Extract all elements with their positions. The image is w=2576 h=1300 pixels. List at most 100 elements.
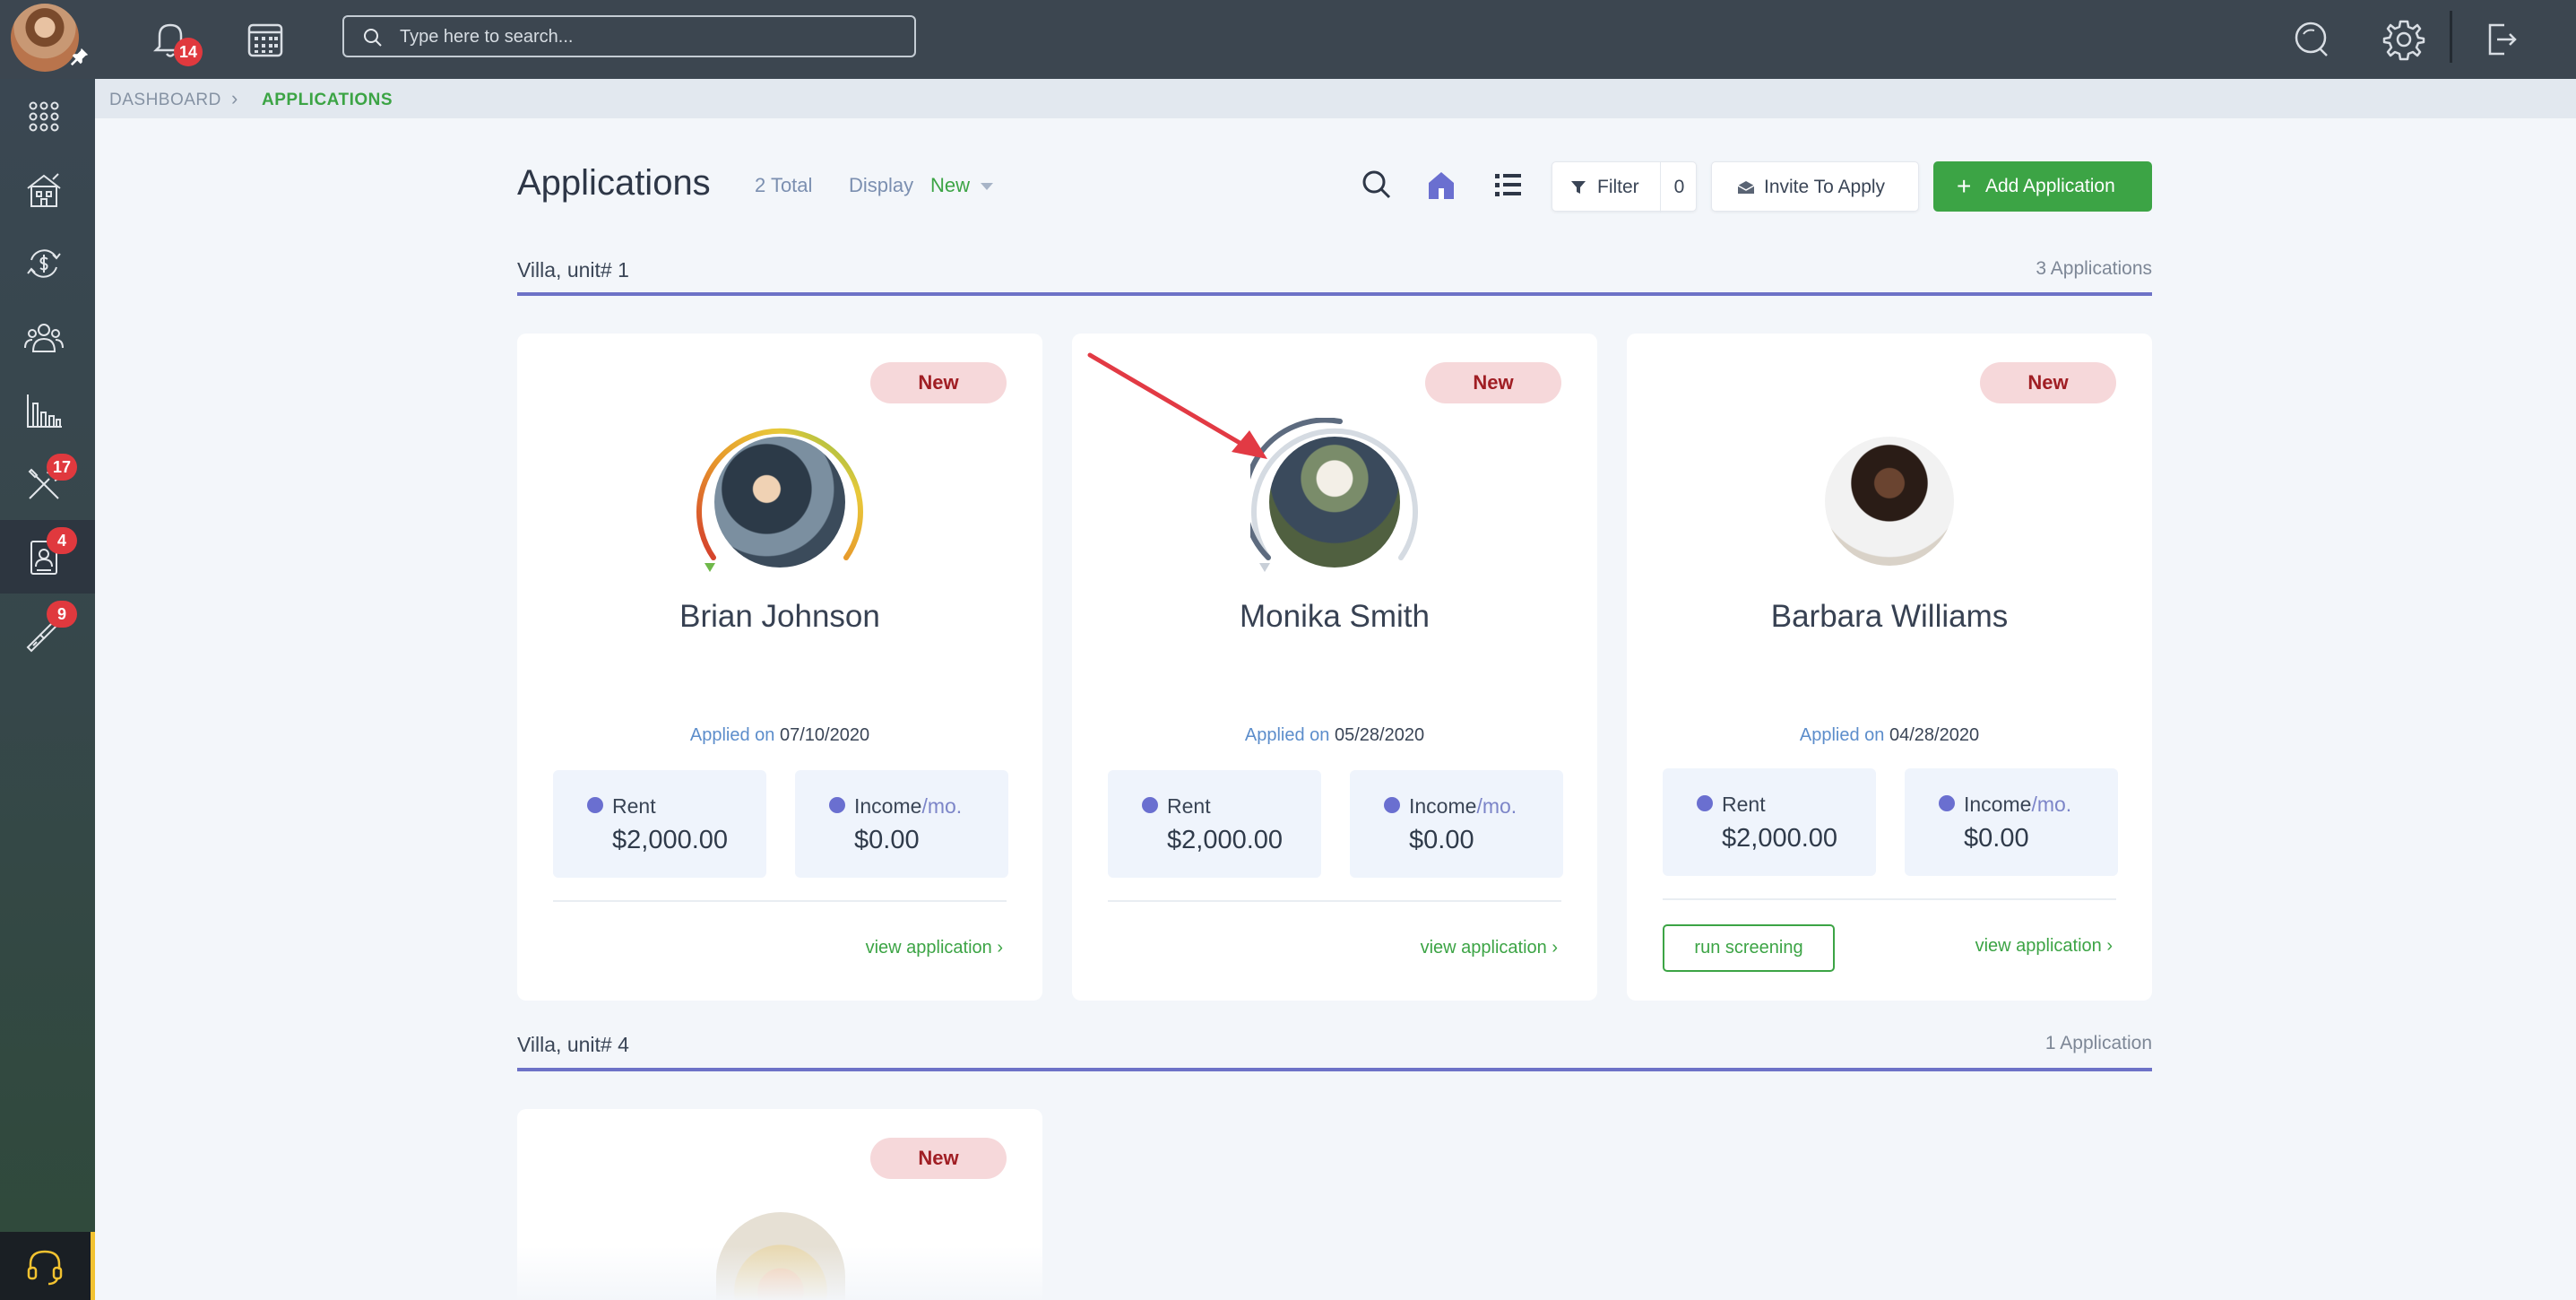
- income-icon: [1384, 797, 1400, 813]
- filter-count: 0: [1660, 162, 1698, 212]
- scroll-fade: [95, 1246, 2576, 1300]
- chat-icon[interactable]: [2287, 16, 2334, 63]
- rent-icon: [1142, 797, 1158, 813]
- grid-icon: [29, 101, 59, 132]
- add-application-button[interactable]: + Add Application: [1933, 161, 2152, 212]
- breadcrumb: DASHBOARD › APPLICATIONS: [95, 79, 2576, 118]
- maintenance-badge: 17: [47, 454, 77, 481]
- income-box: Income/mo. $0.00: [795, 770, 1008, 878]
- section-title: Villa, unit# 4: [517, 1033, 629, 1056]
- applied-date-value: 05/28/2020: [1334, 725, 1425, 745]
- sidebar-item-tools[interactable]: 9: [0, 594, 95, 667]
- view-application-label: view application: [865, 938, 992, 958]
- applicant-photo[interactable]: [1269, 437, 1400, 568]
- home-view-icon[interactable]: [1423, 167, 1459, 203]
- people-icon: [24, 324, 64, 352]
- settings-gear-icon[interactable]: [2381, 16, 2427, 63]
- sidebar-item-applications[interactable]: 4: [0, 520, 95, 594]
- applicant-name[interactable]: Barbara Williams: [1627, 599, 2152, 635]
- income-icon: [829, 797, 845, 813]
- applicant-photo[interactable]: [714, 437, 845, 568]
- section-title: Villa, unit# 1: [517, 258, 629, 282]
- search-icon[interactable]: [1359, 167, 1395, 203]
- income-box: Income/mo. $0.00: [1905, 768, 2118, 876]
- user-avatar[interactable]: [11, 4, 79, 72]
- sidebar: 17 4 9: [0, 79, 95, 1300]
- card-divider: [1663, 898, 2116, 900]
- sidebar-item-properties[interactable]: [0, 152, 95, 226]
- filter-button[interactable]: Filter 0: [1552, 161, 1697, 212]
- calendar-icon[interactable]: [242, 16, 289, 63]
- applied-label: Applied on: [1244, 725, 1330, 745]
- applicant-name[interactable]: Brian Johnson: [517, 599, 1042, 635]
- notifications-bell-icon[interactable]: 14: [147, 16, 203, 66]
- breadcrumb-dashboard[interactable]: DASHBOARD: [109, 91, 221, 110]
- sidebar-item-maintenance[interactable]: 17: [0, 446, 95, 520]
- view-application-label: view application: [1975, 936, 2102, 956]
- logout-icon[interactable]: [2477, 16, 2524, 63]
- status-badge: New: [1980, 362, 2116, 403]
- money-cycle-icon: [27, 249, 61, 278]
- filter-label: Filter: [1597, 177, 1639, 197]
- pin-icon[interactable]: [70, 47, 90, 66]
- income-unit: /mo.: [2031, 793, 2072, 816]
- search-icon: [364, 29, 382, 47]
- list-view-icon[interactable]: [1490, 167, 1526, 203]
- support-button[interactable]: [0, 1232, 95, 1300]
- envelope-icon: [1737, 181, 1755, 194]
- view-application-link[interactable]: view application ›: [1421, 938, 1558, 958]
- rent-box: Rent $2,000.00: [553, 770, 766, 878]
- income-unit: /mo.: [1476, 794, 1517, 818]
- tools-badge: 9: [47, 601, 77, 628]
- rent-label: Rent: [612, 794, 656, 818]
- invite-to-apply-button[interactable]: Invite To Apply: [1711, 161, 1919, 212]
- view-application-label: view application: [1420, 938, 1547, 958]
- section-divider: [517, 292, 2152, 296]
- sidebar-item-payments[interactable]: [0, 226, 95, 299]
- status-badge: New: [1425, 362, 1561, 403]
- rent-value: $2,000.00: [612, 826, 729, 854]
- sidebar-item-reports[interactable]: [0, 373, 95, 446]
- applied-label: Applied on: [689, 725, 775, 745]
- add-application-label: Add Application: [1985, 176, 2115, 196]
- search-box[interactable]: [342, 15, 916, 57]
- applied-date: Applied on 05/28/2020: [1072, 725, 1597, 746]
- applicant-name[interactable]: Monika Smith: [1072, 599, 1597, 635]
- applied-date: Applied on 07/10/2020: [517, 725, 1042, 746]
- view-application-link[interactable]: view application ›: [1975, 936, 2113, 957]
- top-bar: 14: [0, 0, 2576, 79]
- applied-date-value: 04/28/2020: [1889, 725, 1980, 745]
- section-count: 1 Application: [2044, 1033, 2152, 1053]
- income-label-text: Income: [1964, 793, 2032, 816]
- sidebar-item-apps[interactable]: [0, 79, 95, 152]
- income-icon: [1939, 795, 1955, 811]
- income-label: Income/mo.: [1409, 794, 1517, 819]
- income-value: $0.00: [1409, 826, 1474, 854]
- rent-icon: [1697, 795, 1713, 811]
- card-divider: [553, 900, 1007, 902]
- invite-label: Invite To Apply: [1764, 177, 1886, 197]
- applicant-photo[interactable]: [1825, 437, 1954, 566]
- rent-label: Rent: [1167, 794, 1211, 818]
- chevron-right-icon: ›: [997, 938, 1003, 958]
- income-label-text: Income: [1409, 794, 1477, 818]
- arrow-annotation-icon: [1087, 352, 1267, 459]
- rent-icon: [587, 797, 603, 813]
- display-dropdown[interactable]: New: [930, 174, 970, 197]
- income-label-text: Income: [854, 794, 922, 818]
- income-box: Income/mo. $0.00: [1350, 770, 1563, 878]
- sidebar-item-people[interactable]: [0, 299, 95, 373]
- run-screening-button[interactable]: run screening: [1663, 924, 1835, 972]
- page-title: Applications: [517, 163, 711, 203]
- breadcrumb-separator-icon: ›: [231, 87, 238, 109]
- bar-chart-icon: [27, 394, 62, 428]
- notifications-badge: 14: [174, 38, 203, 66]
- applications-badge: 4: [47, 527, 77, 554]
- rent-box: Rent $2,000.00: [1108, 770, 1321, 878]
- section-count: 3 Applications: [2036, 258, 2152, 279]
- search-input[interactable]: [400, 26, 902, 48]
- display-caret-icon[interactable]: [981, 183, 993, 190]
- topbar-divider: [2450, 11, 2452, 63]
- view-application-link[interactable]: view application ›: [866, 938, 1003, 958]
- rent-value: $2,000.00: [1722, 824, 1838, 853]
